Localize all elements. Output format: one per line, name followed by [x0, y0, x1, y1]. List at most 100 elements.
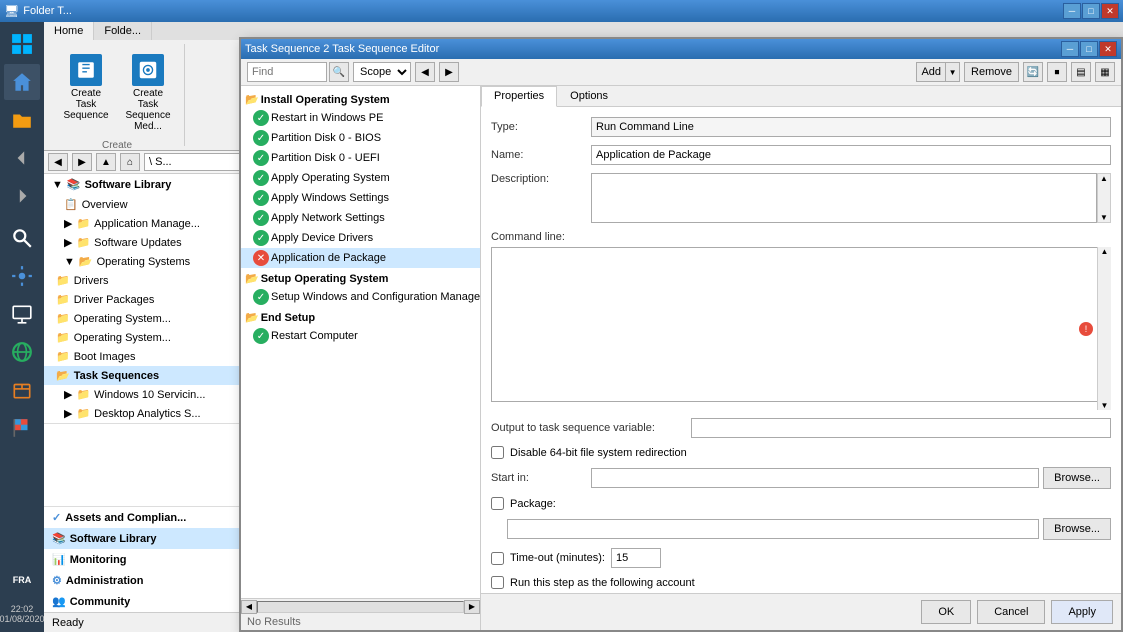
folder-icon[interactable] [4, 102, 40, 138]
expand-sw-icon: ▶ [64, 236, 72, 249]
nav-win10[interactable]: ▶ 📁 Windows 10 Servicin... [44, 385, 243, 404]
cancel-button[interactable]: Cancel [977, 600, 1045, 612]
package-input[interactable] [507, 519, 1039, 539]
folder-da-icon: 📁 [76, 407, 90, 420]
end-setup-label: End Setup [261, 312, 315, 324]
ts-node-apply-win[interactable]: ✓ Apply Windows Settings [241, 188, 480, 208]
start-in-label: Start in: [491, 472, 591, 484]
ribbon-group-create: Create TaskSequence Create TaskSequence … [50, 44, 185, 146]
sw-library-nav-label: Software Library [70, 533, 157, 545]
timeout-input[interactable] [611, 548, 661, 568]
minimize-button[interactable]: ─ [1063, 3, 1081, 19]
up-button[interactable]: ▲ [96, 153, 116, 171]
folder-sw-icon: 📁 [76, 236, 90, 249]
monitoring-header[interactable]: 📊 Monitoring [44, 549, 243, 570]
nav-back-icon[interactable] [4, 140, 40, 176]
disable-64bit-checkbox[interactable] [491, 446, 504, 459]
ts-group-setup-os[interactable]: 📂 Setup Operating System [241, 270, 480, 287]
setup-os-label: Setup Operating System [261, 273, 389, 285]
run-as-checkbox[interactable] [491, 576, 504, 589]
content-area: ▼ 📚 Software Library 📋 Overview ▶ 📁 Appl… [44, 174, 1123, 612]
nav-sw-updates[interactable]: ▶ 📁 Software Updates [44, 233, 243, 252]
home-icon[interactable] [4, 64, 40, 100]
scroll-down-icon[interactable]: ▼ [1098, 213, 1110, 222]
create-ts-media-button[interactable]: Create TaskSequence Med... [120, 50, 176, 136]
ts-properties-panel: Properties Options Type: [481, 174, 1121, 612]
package-icon[interactable] [4, 372, 40, 408]
nav-task-sequences[interactable]: 📂 Task Sequences [44, 366, 243, 385]
ts-node-restart-comp[interactable]: ✓ Restart Computer [241, 326, 480, 346]
outer-title-text: Folder T... [23, 5, 72, 17]
scroll-up-icon[interactable]: ▲ [1098, 174, 1110, 183]
outer-title-bar: 🖥 Folder T... ─ □ ✕ [0, 0, 1123, 22]
admin-icon: ⚙ [52, 574, 62, 587]
ts-editor-window: Task Sequence 2 Task Sequence Editor ─ □… [239, 174, 1123, 612]
ts-node-install-os: 📂 Install Operating System ✓ Restart in … [241, 174, 480, 269]
ts-node-setup-win[interactable]: ✓ Setup Windows and Configuration Manage… [241, 287, 480, 307]
nav-os[interactable]: ▼ 📂 Operating Systems [44, 252, 243, 271]
ts-node-apply-os[interactable]: ✓ Apply Operating System [241, 174, 480, 188]
back-button[interactable]: ◀ [48, 153, 68, 171]
community-icon: 👥 [52, 595, 66, 608]
cmd-scroll-up-icon[interactable]: ▲ [1098, 247, 1111, 256]
tab-folder[interactable]: Folde... [94, 22, 152, 40]
tab-home[interactable]: Home [44, 22, 94, 40]
scroll-left-button[interactable]: ◀ [241, 600, 257, 613]
software-library-header[interactable]: ▼ 📚 Software Library [44, 174, 243, 195]
search-icon[interactable] [4, 220, 40, 256]
nav-os-pkgs[interactable]: 📁 Operating System... [44, 328, 243, 347]
ts-horizontal-scrollbar[interactable]: ◀ ▶ [241, 598, 480, 612]
start-in-input[interactable] [591, 468, 1039, 488]
timeout-row: Time-out (minutes): [491, 548, 1111, 568]
ok-button[interactable]: OK [921, 600, 971, 612]
nav-drivers[interactable]: 📁 Drivers [44, 271, 243, 290]
nav-os-images[interactable]: 📁 Operating System... [44, 309, 243, 328]
assets-label: Assets and Complian... [65, 512, 186, 524]
globe-icon[interactable] [4, 334, 40, 370]
flag-icon[interactable] [4, 410, 40, 446]
windows-icon[interactable] [4, 26, 40, 62]
nav-overview[interactable]: 📋 Overview [44, 195, 243, 214]
command-line-input[interactable] [491, 247, 1111, 402]
fra-icon[interactable]: FRA [4, 562, 40, 598]
close-button[interactable]: ✕ [1101, 3, 1119, 19]
scroll-track[interactable] [257, 601, 464, 613]
ts-node-apply-drivers[interactable]: ✓ Apply Device Drivers [241, 228, 480, 248]
description-input[interactable] [591, 174, 1097, 223]
scroll-right-button[interactable]: ▶ [464, 600, 480, 613]
create-ts-button[interactable]: Create TaskSequence [58, 50, 114, 125]
ts-props-content: Type: Name: Descriptio [481, 174, 1121, 593]
monitor-icon[interactable] [4, 296, 40, 332]
assets-header[interactable]: ✓ Assets and Complian... [44, 506, 243, 528]
nav-boot-images[interactable]: 📁 Boot Images [44, 347, 243, 366]
maximize-button[interactable]: □ [1082, 3, 1100, 19]
home-nav-button[interactable]: ⌂ [120, 153, 140, 171]
timeout-checkbox[interactable] [491, 552, 504, 565]
check-ok-icon-7: ✓ [253, 230, 269, 246]
cmd-scroll-down-icon[interactable]: ▼ [1098, 401, 1111, 410]
folder-osimg-icon: 📁 [56, 312, 70, 325]
folder-app-icon: 📁 [76, 217, 90, 230]
ts-group-end-setup[interactable]: 📂 End Setup [241, 309, 480, 326]
output-var-input[interactable] [691, 418, 1111, 438]
output-var-label: Output to task sequence variable: [491, 422, 691, 434]
expand-da-icon: ▶ [64, 407, 72, 420]
nav-app-management[interactable]: ▶ 📁 Application Manage... [44, 214, 243, 233]
nav-driver-packages[interactable]: 📁 Driver Packages [44, 290, 243, 309]
nav-forward-icon[interactable] [4, 178, 40, 214]
community-header[interactable]: 👥 Community [44, 591, 243, 612]
start-in-browse-button[interactable]: Browse... [1043, 467, 1111, 489]
sw-library-nav-header[interactable]: 📚 Software Library [44, 528, 243, 549]
ts-node-app-package[interactable]: ✕ Application de Package [241, 248, 480, 268]
config-icon[interactable] [4, 258, 40, 294]
ts-main-area: 📂 Install Operating System ✓ Restart in … [241, 174, 1121, 612]
nav-desktop-analytics[interactable]: ▶ 📁 Desktop Analytics S... [44, 404, 243, 423]
package-checkbox[interactable] [491, 497, 504, 510]
forward-button[interactable]: ▶ [72, 153, 92, 171]
admin-header[interactable]: ⚙ Administration [44, 570, 243, 591]
disable-64bit-label: Disable 64-bit file system redirection [510, 447, 687, 459]
create-ts-label: Create TaskSequence [62, 88, 110, 121]
apply-button[interactable]: Apply [1051, 600, 1113, 612]
package-browse-button[interactable]: Browse... [1043, 518, 1111, 540]
ts-node-apply-net[interactable]: ✓ Apply Network Settings [241, 208, 480, 228]
